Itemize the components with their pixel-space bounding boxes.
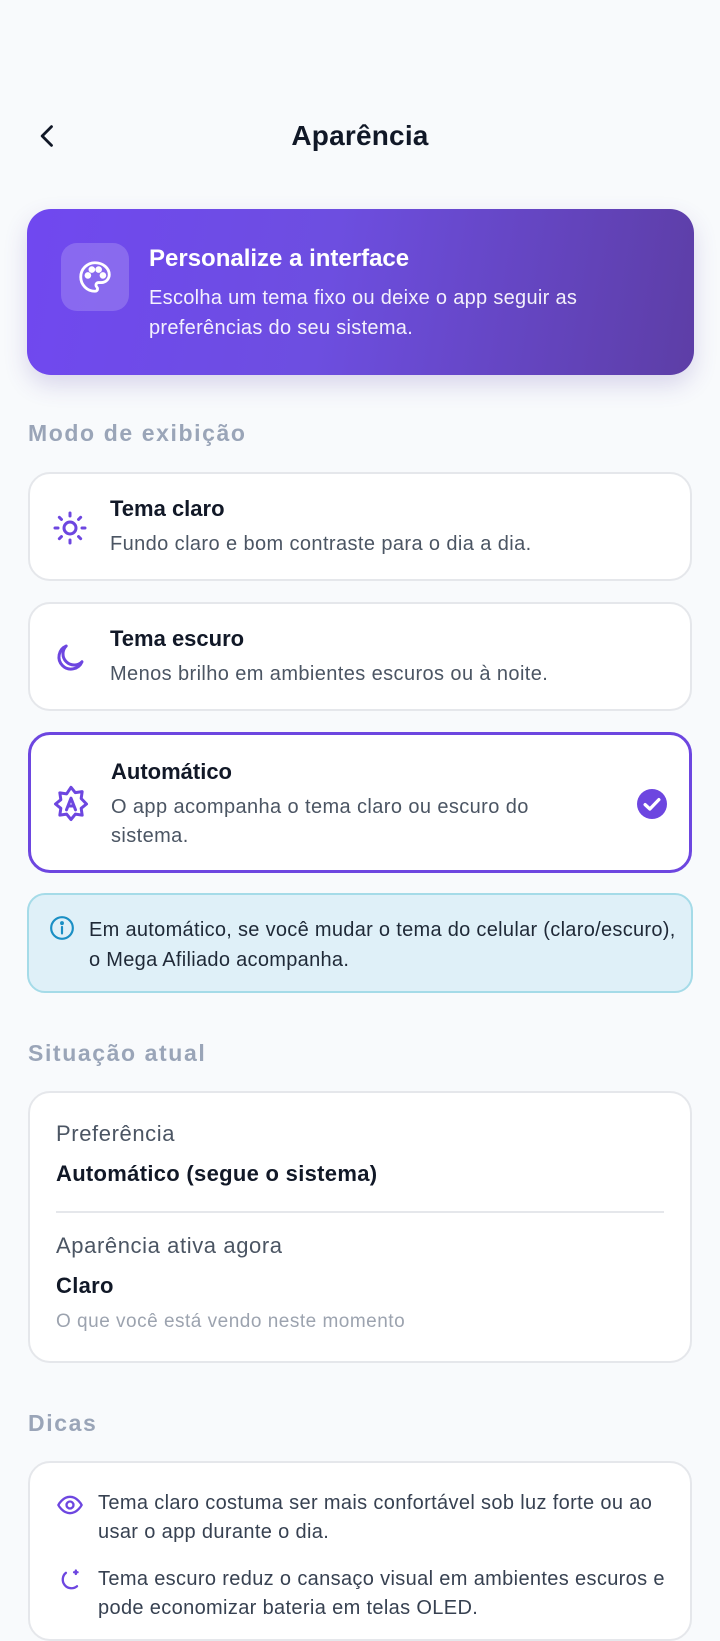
info-text: Em automático, se você mudar o tema do c… (89, 919, 676, 971)
option-description: O app acompanha o tema claro ou escuro d… (111, 796, 529, 847)
page-title: Aparência (291, 120, 429, 151)
active-appearance-note: O que você está vendo neste momento (56, 1311, 406, 1332)
option-title: Tema escuro (110, 626, 245, 651)
sun-icon (50, 508, 90, 548)
current-status-card: Preferência Automático (segue o sistema)… (28, 1091, 692, 1363)
eye-icon (57, 1495, 83, 1515)
option-auto-theme[interactable]: Automático O app acompanha o tema claro … (28, 732, 692, 873)
option-description: Fundo claro e bom contraste para o dia a… (110, 533, 532, 555)
hero-banner: Personalize a interface Escolha um tema … (27, 209, 694, 375)
tip-text: Tema claro costuma ser mais confortável … (98, 1492, 653, 1543)
section-title-tips: Dicas (28, 1410, 98, 1436)
moon-stars-icon (61, 1569, 79, 1590)
preference-label: Preferência (56, 1121, 176, 1146)
option-title: Automático (111, 759, 232, 784)
tip-text: Tema escuro reduz o cansaço visual em am… (98, 1568, 665, 1619)
info-banner: Em automático, se você mudar o tema do c… (27, 893, 693, 993)
hero-title: Personalize a interface (149, 245, 410, 272)
info-icon (50, 916, 74, 940)
top-bar: Aparência (0, 108, 720, 164)
active-appearance-value: Claro (56, 1273, 114, 1298)
option-light-theme[interactable]: Tema claro Fundo claro e bom contraste p… (28, 472, 692, 581)
tips-card: Tema claro costuma ser mais confortável … (28, 1461, 692, 1641)
hero-subtitle: Escolha um tema fixo ou deixe o app segu… (149, 287, 578, 339)
section-title-current-status: Situação atual (28, 1040, 207, 1066)
divider (56, 1211, 664, 1213)
preference-value: Automático (segue o sistema) (56, 1161, 378, 1186)
palette-icon (61, 243, 129, 311)
option-title: Tema claro (110, 496, 225, 521)
auto-theme-icon (51, 784, 91, 824)
active-appearance-label: Aparência ativa agora (56, 1233, 283, 1258)
option-description: Menos brilho em ambientes escuros ou à n… (110, 663, 549, 685)
option-dark-theme[interactable]: Tema escuro Menos brilho em ambientes es… (28, 602, 692, 711)
check-circle-icon (637, 789, 667, 819)
section-title-display-mode: Modo de exibição (28, 420, 247, 446)
moon-icon (50, 638, 90, 678)
